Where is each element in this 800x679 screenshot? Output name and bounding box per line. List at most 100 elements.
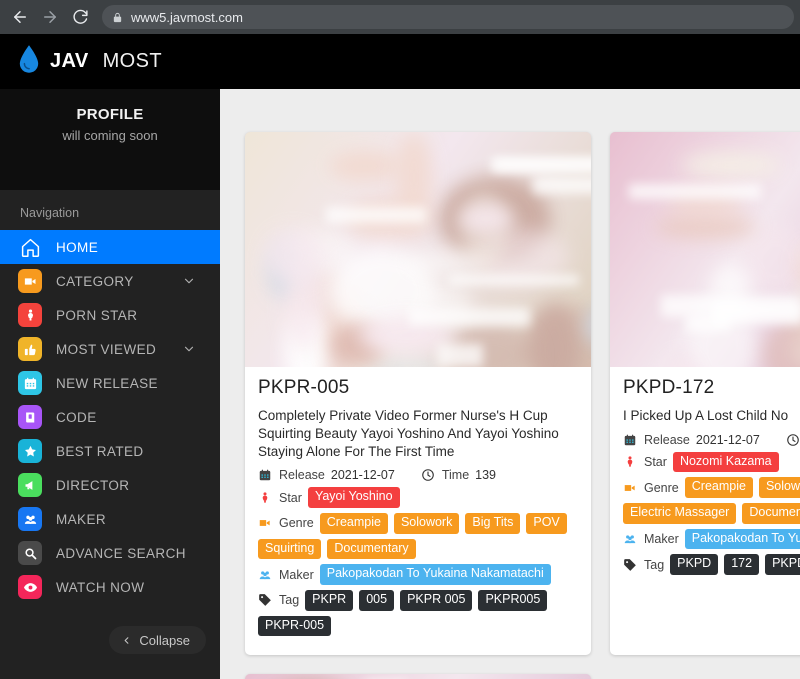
maker-chip[interactable]: Pakopakodan To Yukaina Nakamatachi — [319, 564, 551, 585]
video-card[interactable]: PKPR-005 Completely Private Video Former … — [245, 132, 591, 656]
profile-block[interactable]: PROFILE will coming soon — [0, 89, 220, 190]
genre-chip[interactable]: Big Tits — [465, 513, 521, 534]
sidebar-item-watch-now[interactable]: WATCH NOW — [0, 570, 220, 604]
genre-chip[interactable]: Squirting — [258, 538, 322, 560]
tag-chip[interactable]: PKPR005 — [478, 589, 548, 611]
tag-chip[interactable]: PKPD — [670, 554, 719, 575]
genre-chip[interactable]: Documentary — [742, 503, 800, 524]
sidebar-item-advance-search[interactable]: ADVANCE SEARCH — [0, 536, 220, 570]
star-chip[interactable]: Yayoi Yoshino — [307, 487, 400, 509]
video-thumbnail[interactable] — [245, 674, 591, 679]
profile-subtitle: will coming soon — [62, 128, 158, 143]
genre-chip[interactable]: Creampie — [319, 513, 388, 534]
calendar-icon — [259, 470, 271, 481]
video-camera-icon — [624, 484, 635, 491]
calendar-icon — [624, 434, 636, 446]
chevron-down-icon[interactable] — [182, 342, 196, 356]
tag-chip[interactable]: 172 — [724, 554, 760, 575]
megaphone-icon — [18, 473, 42, 497]
calendar-icon — [18, 371, 42, 395]
star-row: Star Yayoi Yoshino — [258, 487, 578, 509]
reload-button[interactable] — [66, 3, 94, 31]
sidebar-item-label: HOME — [56, 239, 99, 255]
collapse-button[interactable]: Collapse — [109, 626, 206, 654]
brand-bold: JAV — [50, 50, 89, 72]
genre-chip[interactable]: POV — [526, 513, 567, 534]
collapse-label: Collapse — [139, 632, 190, 648]
tag-chip[interactable]: PKPD 172 — [765, 554, 800, 575]
genre-chip[interactable]: Creampie — [684, 477, 753, 499]
sidebar-item-code[interactable]: CODE — [0, 400, 220, 434]
genre-row: Genre Creampie Solowork Big Tits POV Squirtin… — [258, 513, 578, 560]
home-icon — [18, 235, 42, 259]
genre-row-label: Genre — [644, 480, 679, 495]
brand-logo[interactable]: JAV MOST — [0, 44, 162, 79]
video-code[interactable]: PKPR-005 — [258, 377, 578, 399]
back-button[interactable] — [6, 3, 34, 31]
sidebar-item-maker[interactable]: MAKER — [0, 502, 220, 536]
sidebar-item-label: MAKER — [56, 511, 107, 527]
genre-chip[interactable]: Solowork — [758, 477, 800, 499]
maker-chip[interactable]: Pakopakodan To Yuk — [684, 528, 800, 550]
video-title[interactable]: Completely Private Video Former Nurse's … — [258, 407, 578, 460]
book-icon — [25, 412, 34, 422]
video-card-grid: PKPR-005 Completely Private Video Former … — [245, 132, 800, 679]
star-row-label: Star — [644, 455, 667, 470]
video-card[interactable] — [245, 674, 591, 679]
page-viewport: JAV MOST PROFILE will coming soon Navigat… — [0, 34, 800, 679]
sidebar-item-label: WATCH NOW — [56, 579, 145, 595]
clock-icon — [421, 468, 435, 482]
maker-row-label: Maker — [279, 567, 314, 582]
url-text: www5.javmost.com — [131, 9, 243, 25]
tag-icon — [258, 593, 272, 607]
sidebar-item-home[interactable]: HOME — [0, 230, 220, 264]
sidebar-item-new-release[interactable]: NEW RELEASE — [0, 366, 220, 400]
video-code[interactable]: PKPD-172 — [623, 377, 800, 399]
water-drop-logo — [18, 44, 40, 79]
tag-row: TagPKPD172PKPD 172PKPD-172 — [623, 554, 800, 575]
sidebar-item-category[interactable]: CATEGORY — [0, 264, 220, 298]
sidebar-item-label: MOST VIEWED — [56, 341, 157, 357]
forward-button[interactable] — [36, 3, 64, 31]
site-header: JAV MOST — [0, 34, 800, 89]
sidebar-item-most-viewed[interactable]: MOST VIEWED — [0, 332, 220, 366]
time-label: Time — [441, 468, 470, 483]
star-row-label: Star — [279, 490, 302, 505]
tag-chip[interactable]: 005 — [359, 589, 395, 611]
sidebar-item-porn-star[interactable]: PORN STAR — [0, 298, 220, 332]
calendar-icon — [258, 468, 272, 482]
maker-row: Maker Pakopakodan To Yuk — [623, 528, 800, 550]
video-thumbnail[interactable] — [245, 132, 591, 367]
release-time-row: Release 2021-12-07 Time 139 — [258, 468, 578, 482]
address-bar[interactable]: www5.javmost.com — [102, 5, 794, 29]
tag-chip[interactable]: PKPR-005 — [258, 615, 332, 637]
video-card-body: PKPD-172 I Picked Up A Lost Child No Relea… — [610, 367, 800, 594]
tag-chip[interactable]: PKPR 005 — [400, 589, 473, 611]
brand-text: JAV MOST — [50, 50, 162, 73]
star-icon — [18, 439, 42, 463]
sidebar-item-director[interactable]: DIRECTOR — [0, 468, 220, 502]
calendar-icon — [623, 433, 637, 447]
clock-icon — [786, 433, 800, 447]
time-value: 139 — [475, 468, 497, 483]
video-title[interactable]: I Picked Up A Lost Child No — [623, 407, 800, 425]
chevron-down-icon[interactable] — [182, 274, 196, 288]
navigation-list: HOME CATEGORY PORN STAR MOST VIEWED NEW RELE… — [0, 230, 220, 604]
genre-row-label: Genre — [279, 516, 314, 531]
genre-chip[interactable]: Documentary — [327, 538, 416, 560]
sidebar-item-label: CODE — [56, 409, 97, 425]
tag-chip[interactable]: PKPR — [305, 589, 354, 611]
tag-icon — [623, 558, 637, 572]
video-thumbnail[interactable] — [610, 132, 800, 367]
release-value: 2021-12-07 — [695, 432, 760, 447]
genre-chip[interactable]: Solowork — [393, 513, 460, 534]
female-icon — [27, 309, 33, 320]
chevron-left-icon — [121, 635, 132, 646]
search-icon — [24, 547, 36, 559]
group-icon — [624, 535, 636, 544]
tag-row-label: Tag — [644, 557, 665, 572]
video-card[interactable]: PKPD-172 I Picked Up A Lost Child No Relea… — [610, 132, 800, 656]
star-chip[interactable]: Nozomi Kazama — [672, 451, 779, 473]
sidebar-item-best-rated[interactable]: BEST RATED — [0, 434, 220, 468]
genre-chip[interactable]: Electric Massager — [623, 503, 737, 524]
